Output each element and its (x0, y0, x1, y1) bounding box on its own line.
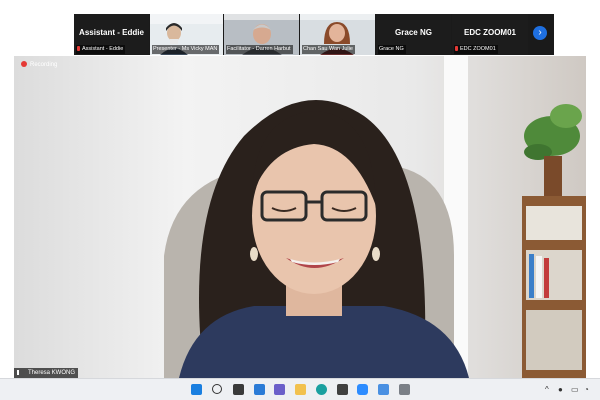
participant-name-large: Grace NG (395, 28, 432, 37)
task-view-icon[interactable] (233, 384, 244, 395)
windows-taskbar: ^ ● ▭ ◔ (0, 378, 600, 400)
participant-caption: Assistant - Eddie (76, 45, 126, 54)
participant-caption: Presenter - Ms Vicky MAN (152, 45, 220, 54)
edge-browser-icon[interactable] (316, 384, 327, 395)
teams-chat-icon[interactable] (274, 384, 285, 395)
file-explorer-icon[interactable] (295, 384, 306, 395)
recording-indicator: Recording (18, 60, 60, 71)
windows-start-icon[interactable] (191, 384, 202, 395)
participant-tile-assistant[interactable]: Assistant - Eddie Assistant - Eddie (74, 14, 149, 55)
signal-bars-icon (17, 369, 26, 375)
participant-caption: Chan Sau Wan Julie (302, 45, 355, 54)
zoom-meeting-window: Assistant - Eddie Assistant - Eddie Pres… (0, 0, 600, 400)
participant-thumbnail-strip: Assistant - Eddie Assistant - Eddie Pres… (74, 14, 554, 55)
wifi-icon[interactable]: ◔ (584, 383, 589, 396)
next-page-arrow-icon[interactable]: › (533, 26, 547, 40)
muted-mic-icon (455, 46, 458, 52)
photos-icon[interactable] (378, 384, 389, 395)
microphone-icon[interactable]: ● (558, 383, 563, 396)
search-icon[interactable] (212, 384, 222, 394)
participant-tile-presenter[interactable]: Presenter - Ms Vicky MAN (150, 14, 223, 55)
widgets-icon[interactable] (254, 384, 265, 395)
zoom-app-icon[interactable] (357, 384, 368, 395)
active-speaker-video: Recording Theresa KWONG (14, 56, 586, 378)
participant-tile-grace[interactable]: Grace NG Grace NG (376, 14, 451, 55)
participant-name-large: EDC ZOOM01 (463, 28, 516, 37)
battery-icon[interactable]: ▭ (571, 383, 579, 396)
muted-mic-icon (77, 46, 80, 52)
participant-name-large: Assistant - Eddie (79, 28, 144, 37)
participant-tile-chan[interactable]: Chan Sau Wan Julie (300, 14, 375, 55)
active-speaker-name: Theresa KWONG (14, 368, 79, 378)
chevron-up-icon[interactable]: ^ (545, 383, 549, 396)
participant-caption: Facilitator - Darren Harbut (226, 45, 293, 54)
participant-caption: EDC ZOOM01 (454, 45, 498, 54)
speaker-video-frame (14, 56, 586, 378)
recording-dot-icon (21, 61, 27, 68)
participant-tile-edc[interactable]: EDC ZOOM01 EDC ZOOM01 (452, 14, 528, 55)
store-icon[interactable] (337, 384, 348, 395)
calculator-icon[interactable] (399, 384, 410, 395)
participant-caption: Grace NG (378, 45, 406, 54)
participant-tile-facilitator[interactable]: Facilitator - Darren Harbut (224, 14, 299, 55)
